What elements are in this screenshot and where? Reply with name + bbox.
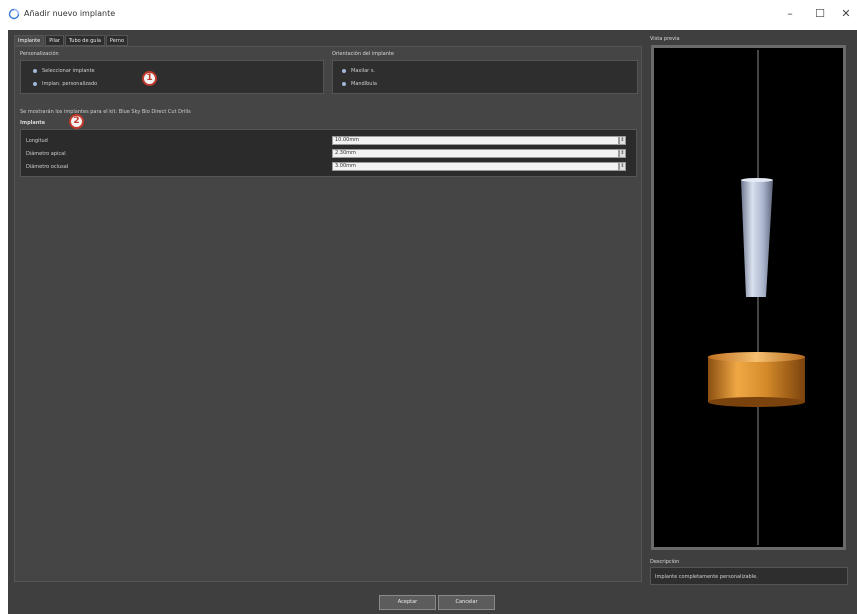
radio-label: Maxilar s.: [351, 68, 376, 74]
spinner-arrows-icon[interactable]: ⇕: [619, 136, 626, 145]
window-title: Añadir nuevo implante: [24, 9, 116, 18]
implant-params-table: Longitud 10.00mm ⇕ Diámetro apical 2.30m…: [20, 129, 637, 177]
callout-badge-2: 2: [69, 114, 84, 129]
drill-stop-bottom: [708, 397, 805, 407]
param-label: Diámetro oclusal: [26, 164, 69, 170]
radio-custom-implant[interactable]: Implan. personalizado: [33, 81, 97, 87]
length-input[interactable]: 10.00mm: [332, 136, 619, 145]
radio-select-implant[interactable]: Seleccionar implante: [33, 68, 95, 74]
implant-tab-panel: Personalización Seleccionar implante Imp…: [14, 46, 642, 582]
close-button[interactable]: ✕: [836, 6, 856, 22]
param-row-occlusal-diameter: Diámetro oclusal 3.00mm ⇕: [21, 161, 636, 173]
radio-indicator: [342, 69, 346, 73]
preview-label: Vista previa: [650, 36, 680, 42]
dialog-body: Implante Pilar Tubo de guía Perno Person…: [8, 30, 857, 614]
tab-pilar[interactable]: Pilar: [45, 35, 64, 46]
radio-maxilar[interactable]: Maxilar s.: [342, 68, 375, 74]
cancel-button[interactable]: Cancelar: [438, 595, 495, 610]
param-row-apical-diameter: Diámetro apical 2.30mm ⇕: [21, 148, 636, 160]
title-bar: Añadir nuevo implante – ☐ ✕: [0, 0, 857, 30]
personalization-label: Personalización: [20, 51, 59, 57]
param-label: Diámetro apical: [26, 151, 66, 157]
description-box: Implante completamente personalizable.: [650, 567, 848, 585]
drill-stop-body: [708, 357, 805, 402]
orientation-label: Orientación del implante: [332, 51, 394, 57]
apical-diameter-input[interactable]: 2.30mm: [332, 149, 619, 158]
radio-indicator: [342, 82, 346, 86]
maximize-button[interactable]: ☐: [810, 6, 830, 22]
drill-stop-top: [708, 352, 805, 362]
accept-button[interactable]: Aceptar: [379, 595, 436, 610]
tab-implante[interactable]: Implante: [14, 35, 45, 46]
radio-label: Seleccionar implante: [42, 68, 95, 74]
tab-perno[interactable]: Perno: [105, 35, 129, 46]
param-row-length: Longitud 10.00mm ⇕: [21, 135, 636, 147]
minimize-button[interactable]: –: [780, 6, 800, 22]
callout-badge-1: 1: [142, 71, 157, 86]
param-label: Longitud: [26, 138, 48, 144]
implant-3d-preview[interactable]: [651, 45, 846, 550]
implant-3d-render: [708, 50, 805, 545]
occlusal-diameter-input[interactable]: 3.00mm: [332, 162, 619, 171]
radio-indicator: [33, 82, 37, 86]
radio-label: Mandíbula: [351, 81, 377, 87]
orientation-group: Maxilar s. Mandíbula: [332, 60, 638, 94]
implant-top: [741, 178, 773, 182]
tab-bar: Implante Pilar Tubo de guía Perno: [14, 35, 129, 46]
description-label: Descripción: [650, 559, 680, 565]
implant-body: [741, 180, 773, 297]
kit-info-text: Se mostrarán los implantes para el kit: …: [20, 109, 191, 115]
personalization-group: Seleccionar implante Implan. personaliza…: [20, 60, 324, 94]
radio-indicator: [33, 69, 37, 73]
implant-section-label: Implante: [20, 120, 46, 126]
tab-tubo-de-guia[interactable]: Tubo de guía: [65, 35, 105, 46]
radio-label: Implan. personalizado: [42, 81, 98, 87]
radio-mandibula[interactable]: Mandíbula: [342, 81, 377, 87]
app-icon: [8, 8, 20, 20]
spinner-arrows-icon[interactable]: ⇕: [619, 162, 626, 171]
spinner-arrows-icon[interactable]: ⇕: [619, 149, 626, 158]
